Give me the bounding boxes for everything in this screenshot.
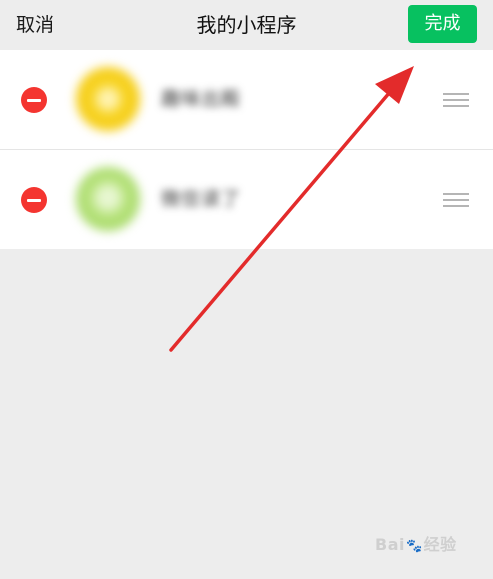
baidu-watermark: Bai🐾经验 <box>375 535 457 554</box>
done-button[interactable]: 完成 <box>408 5 477 43</box>
top-bar: 取消 我的小程序 完成 <box>0 0 493 50</box>
remove-icon[interactable] <box>21 87 47 113</box>
list-item[interactable]: 趣味出殿 <box>0 50 493 149</box>
drag-handle-icon[interactable] <box>443 93 469 107</box>
green-app-icon <box>76 167 140 231</box>
miniprogram-name: 微信读了 <box>161 188 242 210</box>
remove-icon[interactable] <box>21 187 47 213</box>
miniprogram-name: 趣味出殿 <box>161 88 242 110</box>
yellow-app-icon <box>76 67 140 131</box>
miniprogram-list: 趣味出殿 微信读了 <box>0 50 493 249</box>
drag-handle-icon[interactable] <box>443 193 469 207</box>
list-item[interactable]: 微信读了 <box>0 149 493 249</box>
